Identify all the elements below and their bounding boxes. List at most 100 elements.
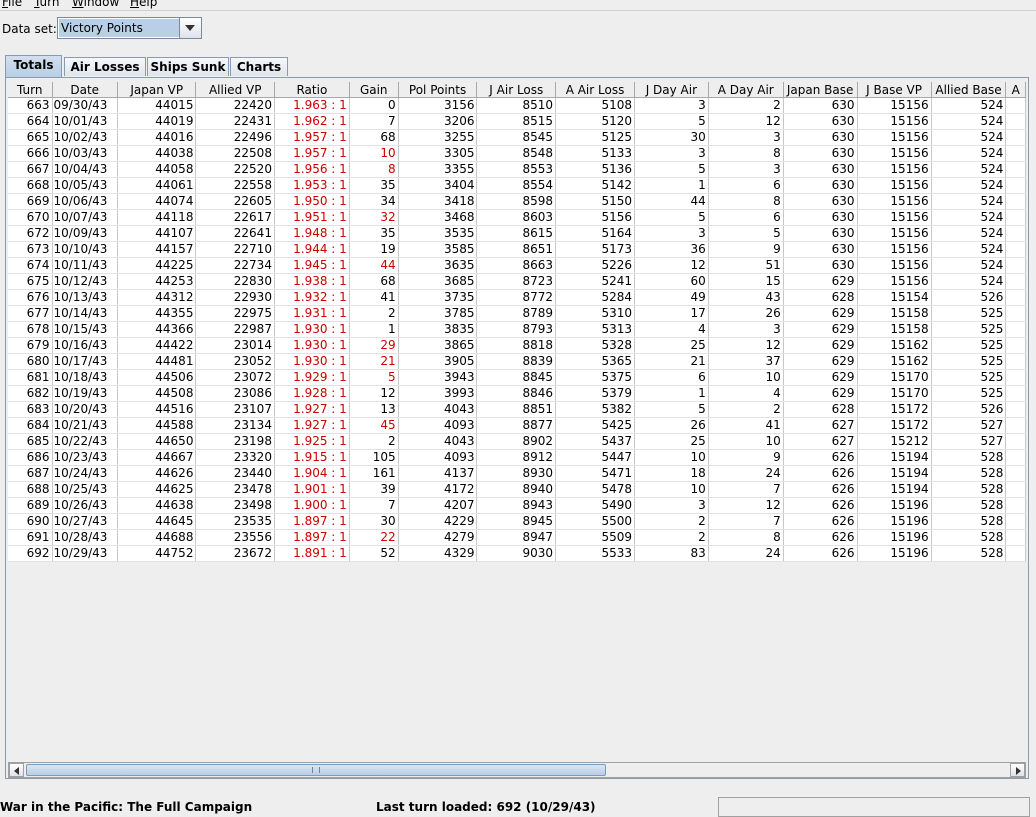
tab-air-losses[interactable]: Air Losses [64,57,146,76]
table-row[interactable]: 679 10/16/43 44422 23014 1.930 : 1 29 3865 8818… [8,337,1026,354]
table-cell: 5471 [555,465,635,482]
table-cell: 10/05/43 [52,177,118,194]
column-header[interactable]: A [1005,82,1026,98]
table-row[interactable]: 675 10/12/43 44253 22830 1.938 : 1 68 3685 8723… [8,273,1026,290]
menu-window[interactable]: Window [72,0,119,9]
table-row[interactable]: 692 10/29/43 44752 23672 1.891 : 1 52 4329 9030… [8,545,1026,562]
table-row[interactable]: 680 10/17/43 44481 23052 1.930 : 1 21 3905 8839… [8,353,1026,370]
table-row[interactable]: 670 10/07/43 44118 22617 1.951 : 1 32 3468 8603… [8,209,1026,226]
table-cell: 10/07/43 [52,209,118,226]
column-header[interactable]: Allied Base [931,82,1007,98]
table-row[interactable]: 686 10/23/43 44667 23320 1.915 : 1 105 4093 891… [8,449,1026,466]
table-cell: 691 [8,529,53,546]
table-cell: 9030 [476,545,557,562]
table-cell: 15156 [857,97,932,114]
tab-charts[interactable]: Charts [230,57,288,76]
column-header[interactable]: A Air Loss [555,82,635,98]
table-cell: 15156 [857,161,932,178]
column-header[interactable]: Turn [8,82,53,98]
table-row[interactable]: 677 10/14/43 44355 22975 1.931 : 1 2 3785 8789 5… [8,305,1026,322]
table-cell: 10/21/43 [52,417,118,434]
dataset-selected-value[interactable]: Victory Points [59,19,180,37]
menu-turn[interactable]: Turn [34,0,59,9]
column-header[interactable]: Japan Base [783,82,858,98]
table-row[interactable]: 691 10/28/43 44688 23556 1.897 : 1 22 4279 8947… [8,529,1026,546]
menu-help[interactable]: Help [130,0,157,9]
table-row[interactable]: 665 10/02/43 44016 22496 1.957 : 1 68 3255 8545… [8,129,1026,146]
table-row[interactable]: 668 10/05/43 44061 22558 1.953 : 1 35 3404 8554… [8,177,1026,194]
column-header[interactable]: J Day Air [634,82,709,98]
table-row[interactable]: 669 10/06/43 44074 22605 1.950 : 1 34 3418 8598… [8,193,1026,210]
dataset-dropdown-button[interactable] [179,18,201,38]
column-header[interactable]: Japan VP [117,82,197,98]
table-row[interactable]: 676 10/13/43 44312 22930 1.932 : 1 41 3735 8772… [8,289,1026,306]
scroll-thumb[interactable] [26,764,606,776]
table-row[interactable]: 672 10/09/43 44107 22641 1.948 : 1 35 3535 8615… [8,225,1026,242]
column-header[interactable]: Ratio [274,82,350,98]
table-cell [1005,497,1026,514]
table-row[interactable]: 687 10/24/43 44626 23440 1.904 : 1 161 4137 893… [8,465,1026,482]
table-row[interactable]: 682 10/19/43 44508 23086 1.928 : 1 12 3993 8846… [8,385,1026,402]
table-cell: 44 [634,193,709,210]
table-row[interactable]: 663 09/30/43 44015 22420 1.963 : 1 0 3156 8510 5… [8,97,1026,114]
table-viewport[interactable]: Turn Date Japan VP Allied VP Ratio Gain Pol Po… [8,82,1026,761]
table-cell: 44157 [117,241,197,258]
table-cell: 12 [349,385,399,402]
table-cell: 6 [634,369,709,386]
table-row[interactable]: 685 10/22/43 44650 23198 1.925 : 1 2 4043 8902 5… [8,433,1026,450]
column-header[interactable]: Allied VP [195,82,275,98]
table-cell: 10 [349,145,399,162]
table-cell: 15156 [857,225,932,242]
table-cell: 5379 [555,385,635,402]
table-row[interactable]: 684 10/21/43 44588 23134 1.927 : 1 45 4093 8877… [8,417,1026,434]
victory-points-table[interactable]: Turn Date Japan VP Allied VP Ratio Gain Pol Po… [8,82,1026,562]
table-cell: 24 [708,545,784,562]
table-row[interactable]: 681 10/18/43 44506 23072 1.929 : 1 5 3943 8845 5… [8,369,1026,386]
table-cell: 15158 [857,305,932,322]
table-row[interactable]: 666 10/03/43 44038 22508 1.957 : 1 10 3305 8548… [8,145,1026,162]
dataset-combo[interactable]: Victory Points [57,17,202,39]
table-cell: 44118 [117,209,197,226]
tab-totals[interactable]: Totals [5,55,62,77]
table-row[interactable]: 688 10/25/43 44625 23478 1.901 : 1 39 4172 8940… [8,481,1026,498]
table-row[interactable]: 689 10/26/43 44638 23498 1.900 : 1 7 4207 8943 5… [8,497,1026,514]
table-cell: 686 [8,449,53,466]
table-cell: 4043 [398,401,478,418]
table-cell: 678 [8,321,53,338]
column-header[interactable]: A Day Air [708,82,784,98]
table-row[interactable]: 664 10/01/43 44019 22431 1.962 : 1 7 3206 8515 5… [8,113,1026,130]
table-cell: 10/09/43 [52,225,118,242]
table-cell: 10/06/43 [52,193,118,210]
table-row[interactable]: 690 10/27/43 44645 23535 1.897 : 1 30 4229 8945… [8,513,1026,530]
scroll-right-button[interactable] [1010,763,1025,777]
table-row[interactable]: 683 10/20/43 44516 23107 1.927 : 1 13 4043 8851… [8,401,1026,418]
table-cell: 8545 [476,129,557,146]
table-cell: 1 [349,321,399,338]
column-header[interactable]: Gain [349,82,399,98]
table-cell: 10/14/43 [52,305,118,322]
table-cell: 8940 [476,481,557,498]
table-cell [1005,289,1026,306]
table-row[interactable]: 678 10/15/43 44366 22987 1.930 : 1 1 3835 8793 5… [8,321,1026,338]
table-cell: 5375 [555,369,635,386]
table-cell: 524 [931,129,1007,146]
horizontal-scrollbar[interactable] [8,762,1026,778]
tab-ships-sunk[interactable]: Ships Sunk [147,57,229,76]
table-cell: 1 [634,385,709,402]
column-header[interactable]: Date [52,82,118,98]
column-header[interactable]: J Air Loss [476,82,557,98]
table-cell: 1.944 : 1 [274,241,350,258]
table-row[interactable]: 673 10/10/43 44157 22710 1.944 : 1 19 3585 8651… [8,241,1026,258]
table-cell: 3 [708,321,784,338]
column-header[interactable]: J Base VP [857,82,932,98]
table-cell: 25 [634,433,709,450]
scroll-left-button[interactable] [9,763,24,777]
table-cell: 630 [783,113,858,130]
table-row[interactable]: 674 10/11/43 44225 22734 1.945 : 1 44 3635 8663… [8,257,1026,274]
table-cell: 15156 [857,129,932,146]
table-row[interactable]: 667 10/04/43 44058 22520 1.956 : 1 8 3355 8553 5… [8,161,1026,178]
table-cell: 15170 [857,385,932,402]
menu-file[interactable]: File [2,0,22,9]
column-header[interactable]: Pol Points [398,82,478,98]
table-cell: 1.956 : 1 [274,161,350,178]
